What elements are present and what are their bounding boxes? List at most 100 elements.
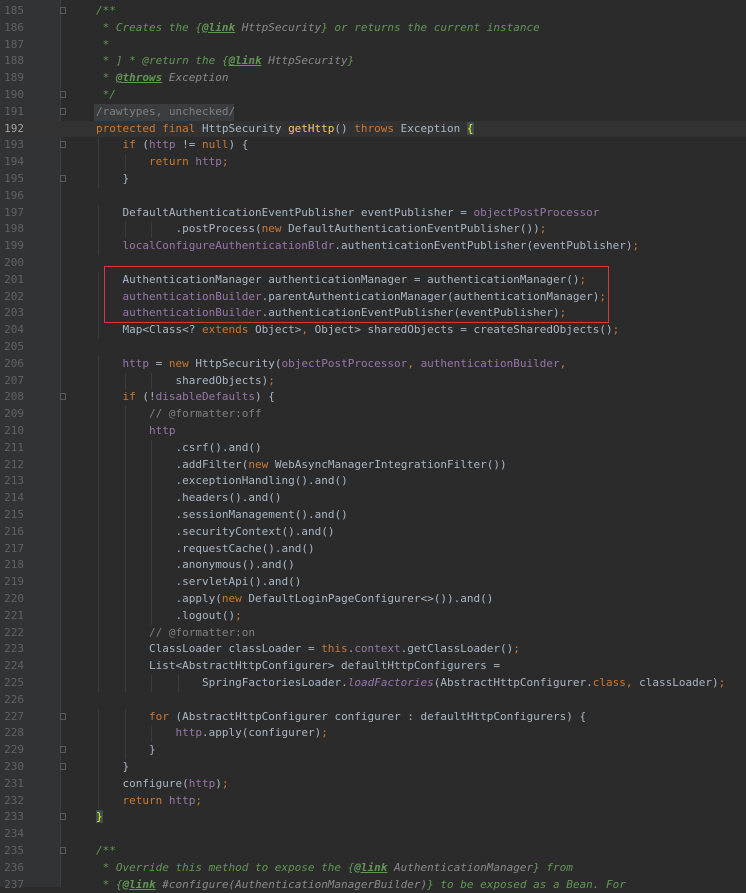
code-line[interactable]: 227 for (AbstractHttpConfigurer configure… bbox=[0, 708, 746, 726]
code-text: for (AbstractHttpConfigurer configurer :… bbox=[149, 709, 587, 723]
code-line[interactable]: 197 DefaultAuthenticationEventPublisher e… bbox=[0, 204, 746, 222]
code-line[interactable]: 210 http bbox=[0, 423, 746, 440]
code-line[interactable]: 219 .servletApi().and() bbox=[0, 574, 746, 591]
indent-guide bbox=[98, 204, 99, 222]
code-text: return http; bbox=[122, 793, 202, 807]
indent-guide bbox=[124, 725, 126, 743]
code-line[interactable]: 187 * bbox=[0, 37, 746, 54]
code-line[interactable]: 214 .headers().and() bbox=[0, 490, 746, 507]
indent-guide bbox=[151, 473, 152, 491]
fold-marker-icon[interactable] bbox=[60, 763, 66, 770]
code-line[interactable]: 216 .securityContext().and() bbox=[0, 523, 746, 541]
code-text: DefaultAuthenticationEventPublisher even… bbox=[122, 205, 600, 219]
code-line[interactable]: 223 ClassLoader classLoader = this.contex… bbox=[0, 641, 746, 659]
indent-guide bbox=[98, 406, 99, 423]
fold-marker-icon[interactable] bbox=[60, 91, 66, 98]
code-line[interactable]: 228 http.apply(configurer); bbox=[0, 725, 746, 743]
indent-guide bbox=[151, 607, 152, 625]
line-number: 235 bbox=[4, 844, 24, 857]
indent-guide bbox=[98, 423, 99, 440]
fold-marker-icon[interactable] bbox=[60, 813, 66, 821]
indent-guide bbox=[98, 271, 99, 289]
code-line[interactable]: 207 sharedObjects); bbox=[0, 372, 746, 390]
code-line[interactable]: 222 // @formatter:on bbox=[0, 624, 746, 642]
code-text: .requestCache().and() bbox=[175, 541, 315, 555]
indent-guide bbox=[124, 507, 126, 524]
code-line[interactable]: 185 /** bbox=[0, 3, 746, 20]
code-line[interactable]: 231 configure(http); bbox=[0, 775, 746, 793]
code-line[interactable]: 194 return http; bbox=[0, 154, 746, 171]
fold-marker-icon[interactable] bbox=[60, 712, 66, 720]
code-line[interactable]: 205 bbox=[0, 339, 746, 356]
code-line[interactable]: 209 // @formatter:off bbox=[0, 406, 746, 423]
code-line[interactable]: 234 bbox=[0, 826, 746, 843]
code-line[interactable]: 188 * ] * @return the {@link HttpSecurit… bbox=[0, 53, 746, 70]
code-line[interactable]: 199 localConfigureAuthenticationBldr.auth… bbox=[0, 238, 746, 255]
code-text: * {@link #configure(AuthenticationManage… bbox=[96, 877, 626, 891]
indent-guide bbox=[124, 423, 126, 440]
code-line[interactable]: 226 bbox=[0, 692, 746, 709]
code-line[interactable]: 190 */ bbox=[0, 87, 746, 104]
indent-guide bbox=[98, 490, 99, 507]
line-number: 189 bbox=[4, 71, 24, 85]
fold-marker-icon[interactable] bbox=[60, 175, 66, 182]
code-text: protected final HttpSecurity getHttp() t… bbox=[96, 121, 474, 135]
code-line[interactable]: 195} bbox=[0, 171, 746, 188]
fold-marker-icon[interactable] bbox=[60, 746, 66, 754]
code-text: .sessionManagement().and() bbox=[175, 508, 348, 521]
code-line[interactable]: 232 return http; bbox=[0, 792, 746, 810]
indent-guide bbox=[151, 221, 152, 239]
code-line[interactable]: 189 * @throws Exception bbox=[0, 70, 746, 87]
fold-marker-icon[interactable] bbox=[60, 847, 66, 854]
code-text: if (http != null) { bbox=[122, 138, 249, 152]
line-number: 185 bbox=[4, 4, 24, 17]
line-number: 187 bbox=[4, 37, 24, 51]
code-text: * ] * @return the {@link HttpSecurity} bbox=[96, 54, 355, 68]
code-line[interactable]: 217 .requestCache().and() bbox=[0, 540, 746, 558]
code-line[interactable]: 221 .logout(); bbox=[0, 607, 746, 625]
code-text: /rawtypes, unchecked/ bbox=[96, 104, 236, 118]
code-line[interactable]: 215 .sessionManagement().and() bbox=[0, 507, 746, 524]
code-line[interactable]: 225 SpringFactoriesLoader.loadFactories(A… bbox=[0, 675, 746, 692]
code-line[interactable]: 208 if (!disableDefaults) { bbox=[0, 389, 746, 407]
fold-marker-icon[interactable] bbox=[60, 393, 66, 401]
code-line[interactable]: 193 if (http != null) { bbox=[0, 137, 746, 155]
code-line[interactable]: 230} bbox=[0, 759, 746, 776]
code-line[interactable]: 236 * Override this method to expose the… bbox=[0, 860, 746, 877]
line-number: 194 bbox=[4, 155, 24, 169]
code-editor[interactable]: 185 /** 186 * Creates the {@link HttpSecur… bbox=[0, 0, 746, 891]
fold-marker-icon[interactable] bbox=[60, 107, 66, 115]
line-number: 190 bbox=[4, 88, 24, 101]
code-line[interactable]: 204 Map<Class<? extends Object>, Object> … bbox=[0, 322, 746, 339]
code-line[interactable]: 211 .csrf().and() bbox=[0, 439, 746, 457]
line-number: 219 bbox=[4, 575, 24, 589]
code-line[interactable]: 198 .postProcess(new DefaultAuthenticatio… bbox=[0, 221, 746, 239]
code-line[interactable]: 186 * Creates the {@link HttpSecurity} o… bbox=[0, 20, 746, 37]
indent-guide bbox=[124, 624, 126, 642]
line-number: 232 bbox=[4, 793, 24, 807]
line-number: 223 bbox=[4, 642, 24, 656]
code-line[interactable]: 218 .anonymous().and() bbox=[0, 557, 746, 575]
code-line[interactable]: 192 protected final HttpSecurity getHttp(… bbox=[0, 120, 746, 138]
code-line[interactable]: 237 * {@link #configure(AuthenticationMa… bbox=[0, 877, 746, 893]
code-line[interactable]: 196 bbox=[0, 188, 746, 205]
code-line[interactable]: 191/rawtypes, unchecked/ bbox=[0, 103, 746, 121]
code-line[interactable]: 235 /** bbox=[0, 843, 746, 860]
code-line[interactable]: 229} bbox=[0, 742, 746, 759]
code-line[interactable]: 206 http = new HttpSecurity(objectPostPro… bbox=[0, 355, 746, 373]
code-line[interactable]: 212 .addFilter(new WebAsyncManagerIntegra… bbox=[0, 456, 746, 474]
code-line[interactable]: 213 .exceptionHandling().and() bbox=[0, 473, 746, 491]
indent-guide bbox=[98, 775, 99, 793]
fold-marker-icon[interactable] bbox=[60, 7, 66, 14]
code-line[interactable]: 224 List<AbstractHttpConfigurer> defaultH… bbox=[0, 658, 746, 675]
code-text: } bbox=[149, 743, 156, 757]
fold-marker-icon[interactable] bbox=[60, 141, 66, 149]
indent-guide bbox=[98, 389, 99, 407]
code-line[interactable]: 220 .apply(new DefaultLoginPageConfigurer… bbox=[0, 591, 746, 608]
indent-guide bbox=[98, 288, 99, 306]
indent-guide bbox=[151, 591, 152, 608]
code-line[interactable]: 233} bbox=[0, 809, 746, 826]
indent-guide bbox=[124, 708, 126, 726]
indent-guide bbox=[124, 641, 126, 659]
indent-guide bbox=[124, 574, 126, 591]
